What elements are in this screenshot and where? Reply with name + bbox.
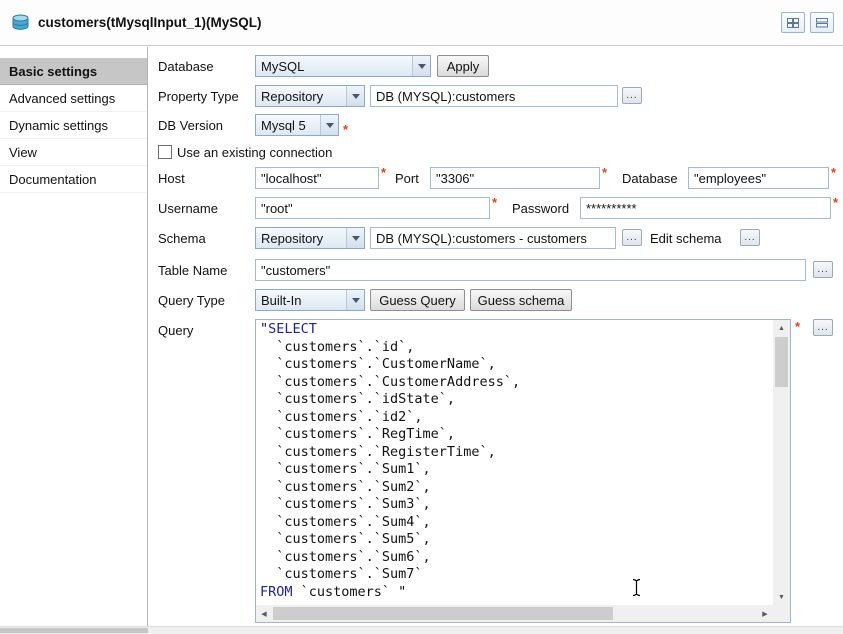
edit-schema-button[interactable]: ...	[740, 229, 760, 246]
table-name-browse-button[interactable]: ...	[813, 261, 833, 278]
edit-schema-label: Edit schema	[650, 231, 722, 246]
apply-button[interactable]: Apply	[437, 55, 489, 77]
port-value: "3306"	[436, 171, 474, 186]
sidebar-item-advanced-settings[interactable]: Advanced settings	[0, 85, 147, 112]
query-editor: "SELECT `customers`.`id`, `customers`.`C…	[255, 319, 791, 623]
sidebar-item-view[interactable]: View	[0, 139, 147, 166]
schema-select-value: Repository	[261, 231, 323, 246]
db-version-select[interactable]: Mysql 5	[255, 114, 339, 136]
database-name-value: "employees"	[694, 171, 766, 186]
header-buttons	[781, 12, 834, 33]
query-label: Query	[158, 323, 193, 338]
use-existing-connection-label: Use an existing connection	[177, 145, 332, 160]
host-input[interactable]: "localhost"	[255, 167, 379, 189]
minimize-view-icon	[816, 18, 828, 28]
guess-schema-button[interactable]: Guess schema	[470, 289, 572, 311]
basic-settings-form: Database MySQL Apply Property Type Repos…	[149, 47, 843, 634]
settings-sidebar: Basic settings Advanced settings Dynamic…	[0, 47, 148, 626]
header: customers(tMysqlInput_1)(MySQL)	[0, 0, 843, 46]
maximize-view-icon	[787, 18, 799, 28]
db-version-label: DB Version	[158, 118, 223, 133]
required-asterisk: *	[795, 319, 800, 334]
minimize-view-button[interactable]	[810, 12, 834, 33]
maximize-view-button[interactable]	[781, 12, 805, 33]
outer-horizontal-scrollbar[interactable]	[0, 626, 843, 634]
scrollbar-corner	[773, 605, 790, 622]
host-value: "localhost"	[261, 171, 322, 186]
chevron-down-icon	[346, 228, 364, 248]
database-name-input[interactable]: "employees"	[688, 167, 829, 189]
database-icon	[11, 14, 30, 31]
sidebar-item-documentation[interactable]: Documentation	[0, 166, 147, 193]
password-input[interactable]: **********	[580, 197, 831, 219]
property-type-label: Property Type	[158, 89, 239, 104]
required-asterisk: *	[833, 195, 838, 210]
username-input[interactable]: "root"	[255, 197, 490, 219]
query-browse-button[interactable]: ...	[813, 319, 833, 336]
scroll-down-icon[interactable]: ▼	[773, 589, 790, 605]
chevron-down-icon	[346, 86, 364, 106]
scroll-left-icon[interactable]: ◀	[256, 605, 272, 622]
chevron-down-icon	[412, 56, 430, 76]
vertical-scroll-thumb[interactable]	[775, 337, 788, 387]
query-text[interactable]: "SELECT `customers`.`id`, `customers`.`C…	[256, 320, 773, 605]
query-vertical-scrollbar[interactable]: ▲ ▼	[773, 320, 790, 605]
schema-repository-field[interactable]: DB (MYSQL):customers - customers	[370, 227, 616, 249]
schema-repository-value: DB (MYSQL):customers - customers	[376, 231, 587, 246]
property-repository-browse-button[interactable]: ...	[622, 87, 642, 104]
password-label: Password	[512, 201, 569, 216]
required-asterisk: *	[492, 195, 497, 210]
query-type-select-value: Built-In	[261, 293, 301, 308]
query-type-select[interactable]: Built-In	[255, 289, 365, 311]
horizontal-scroll-thumb[interactable]	[273, 607, 613, 620]
chevron-down-icon	[320, 115, 338, 135]
required-asterisk: *	[831, 165, 836, 180]
panel-title: customers(tMysqlInput_1)(MySQL)	[38, 15, 262, 30]
port-input[interactable]: "3306"	[430, 167, 600, 189]
host-label: Host	[158, 171, 185, 186]
username-label: Username	[158, 201, 218, 216]
database-label: Database	[158, 59, 214, 74]
database-select[interactable]: MySQL	[255, 55, 431, 77]
use-existing-connection-checkbox[interactable]	[158, 145, 172, 159]
required-asterisk: *	[381, 165, 386, 180]
database-name-label: Database	[622, 171, 678, 186]
query-type-label: Query Type	[158, 293, 225, 308]
database-select-value: MySQL	[261, 59, 304, 74]
required-asterisk: *	[602, 165, 607, 180]
query-horizontal-scrollbar[interactable]: ◀ ▶	[256, 605, 773, 622]
username-value: "root"	[261, 201, 293, 216]
property-type-select-value: Repository	[261, 89, 323, 104]
schema-select[interactable]: Repository	[255, 227, 365, 249]
property-repository-value: DB (MYSQL):customers	[376, 89, 515, 104]
required-asterisk: *	[343, 122, 348, 137]
schema-label: Schema	[158, 231, 206, 246]
table-name-value: "customers"	[261, 263, 330, 278]
sidebar-item-dynamic-settings[interactable]: Dynamic settings	[0, 112, 147, 139]
scroll-up-icon[interactable]: ▲	[773, 320, 790, 336]
property-repository-field[interactable]: DB (MYSQL):customers	[370, 85, 618, 107]
password-value: **********	[586, 201, 637, 216]
table-name-label: Table Name	[158, 263, 227, 278]
sidebar-item-basic-settings[interactable]: Basic settings	[0, 58, 147, 85]
port-label: Port	[395, 171, 419, 186]
component-settings-panel: customers(tMysqlInput_1)(MySQL) Basic se…	[0, 0, 843, 634]
chevron-down-icon	[346, 290, 364, 310]
scroll-right-icon[interactable]: ▶	[757, 605, 773, 622]
db-version-select-value: Mysql 5	[261, 118, 306, 133]
table-name-input[interactable]: "customers"	[255, 259, 806, 281]
schema-browse-button[interactable]: ...	[622, 229, 642, 246]
property-type-select[interactable]: Repository	[255, 85, 365, 107]
outer-scroll-thumb[interactable]	[0, 628, 148, 633]
guess-query-button[interactable]: Guess Query	[370, 289, 465, 311]
